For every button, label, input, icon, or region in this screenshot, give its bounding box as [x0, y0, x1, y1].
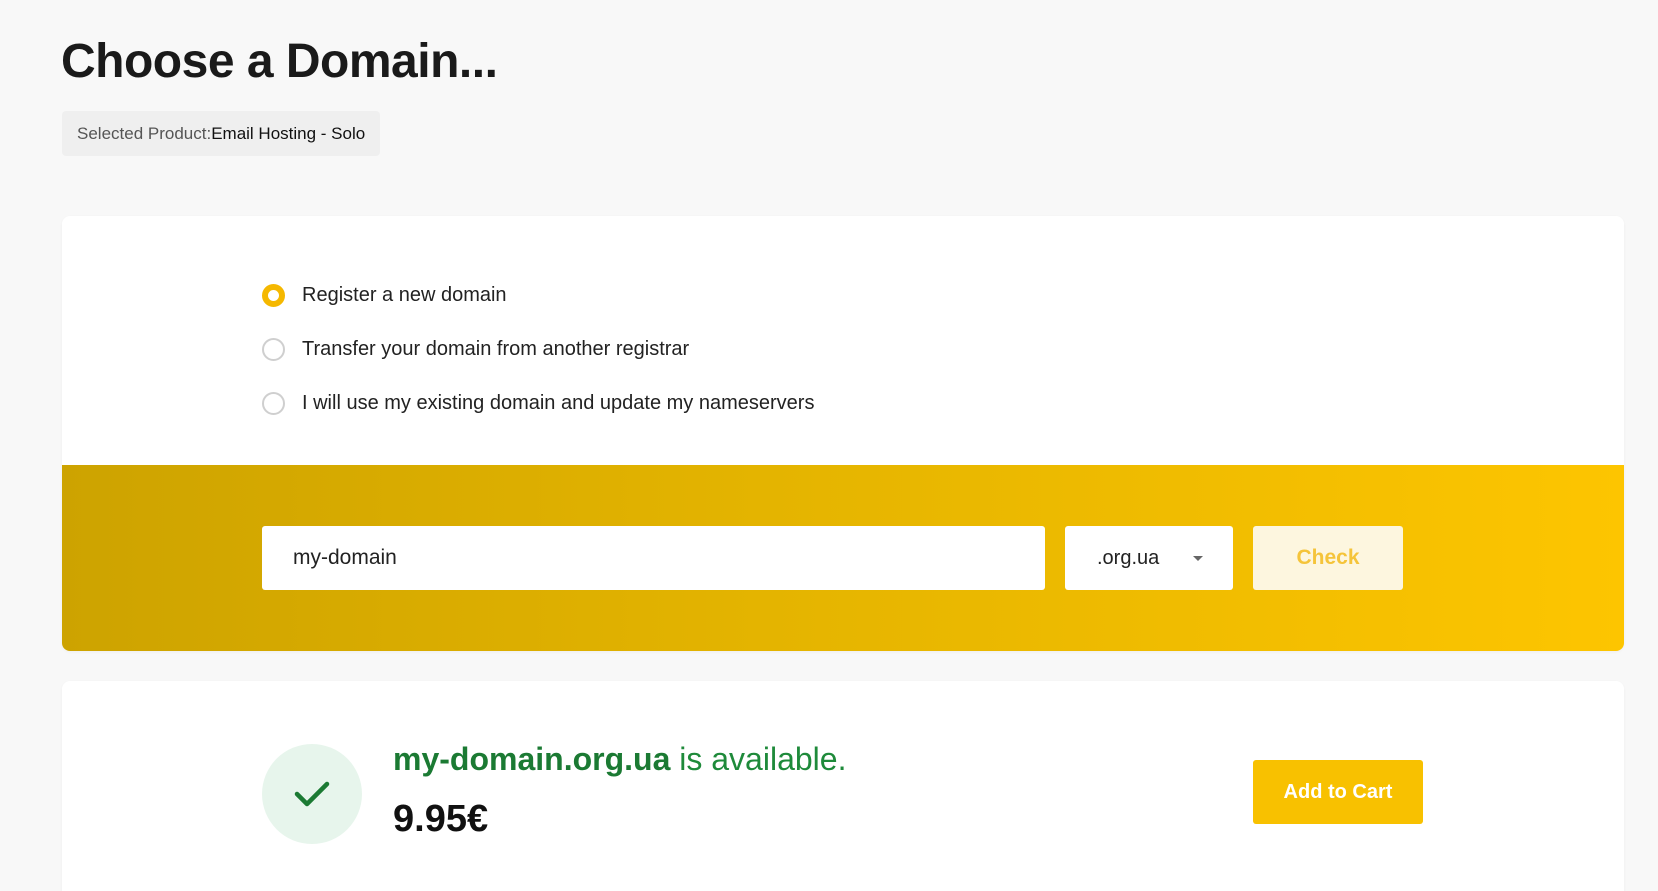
availability-status-badge: [262, 744, 362, 844]
selected-product-badge: Selected Product: Email Hosting - Solo: [62, 111, 381, 156]
domain-price: 9.95€: [393, 798, 489, 840]
domain-search-input[interactable]: [262, 526, 1045, 590]
tld-selected-value: .org.ua: [1097, 546, 1160, 569]
radio-use-existing-domain[interactable]: [262, 391, 285, 415]
selected-product-label: Selected Product:: [77, 123, 212, 143]
availability-result-card: my-domain.org.ua is available. 9.95€ Add…: [62, 681, 1624, 891]
chevron-down-icon: [1193, 556, 1203, 561]
domain-options-card: Register a new domain Transfer your doma…: [62, 216, 1624, 651]
availability-message: my-domain.org.ua is available.: [393, 741, 846, 778]
domain-option-list: Register a new domain Transfer your doma…: [262, 268, 814, 430]
option-label-existing: I will use my existing domain and update…: [302, 391, 815, 414]
result-domain-name: my-domain.org.ua: [393, 741, 671, 777]
add-to-cart-button[interactable]: Add to Cart: [1253, 760, 1423, 824]
availability-status-text: is available.: [670, 741, 847, 777]
page-title: Choose a Domain...: [61, 35, 498, 88]
option-transfer-domain[interactable]: Transfer your domain from another regist…: [262, 322, 814, 376]
check-button[interactable]: Check: [1253, 526, 1403, 590]
option-register-new-domain[interactable]: Register a new domain: [262, 268, 814, 322]
tld-select[interactable]: .org.ua: [1065, 526, 1233, 590]
option-label-transfer: Transfer your domain from another regist…: [302, 337, 690, 360]
option-use-existing-domain[interactable]: I will use my existing domain and update…: [262, 376, 814, 430]
domain-selection-page: Choose a Domain... Selected Product: Ema…: [0, 0, 1658, 891]
radio-register-new-domain[interactable]: [262, 283, 285, 307]
radio-transfer-domain[interactable]: [262, 337, 285, 361]
option-label-register: Register a new domain: [302, 283, 507, 306]
checkmark-icon: [294, 781, 330, 807]
selected-product-value: Email Hosting - Solo: [211, 123, 366, 143]
domain-search-band: .org.ua Check: [62, 465, 1624, 651]
